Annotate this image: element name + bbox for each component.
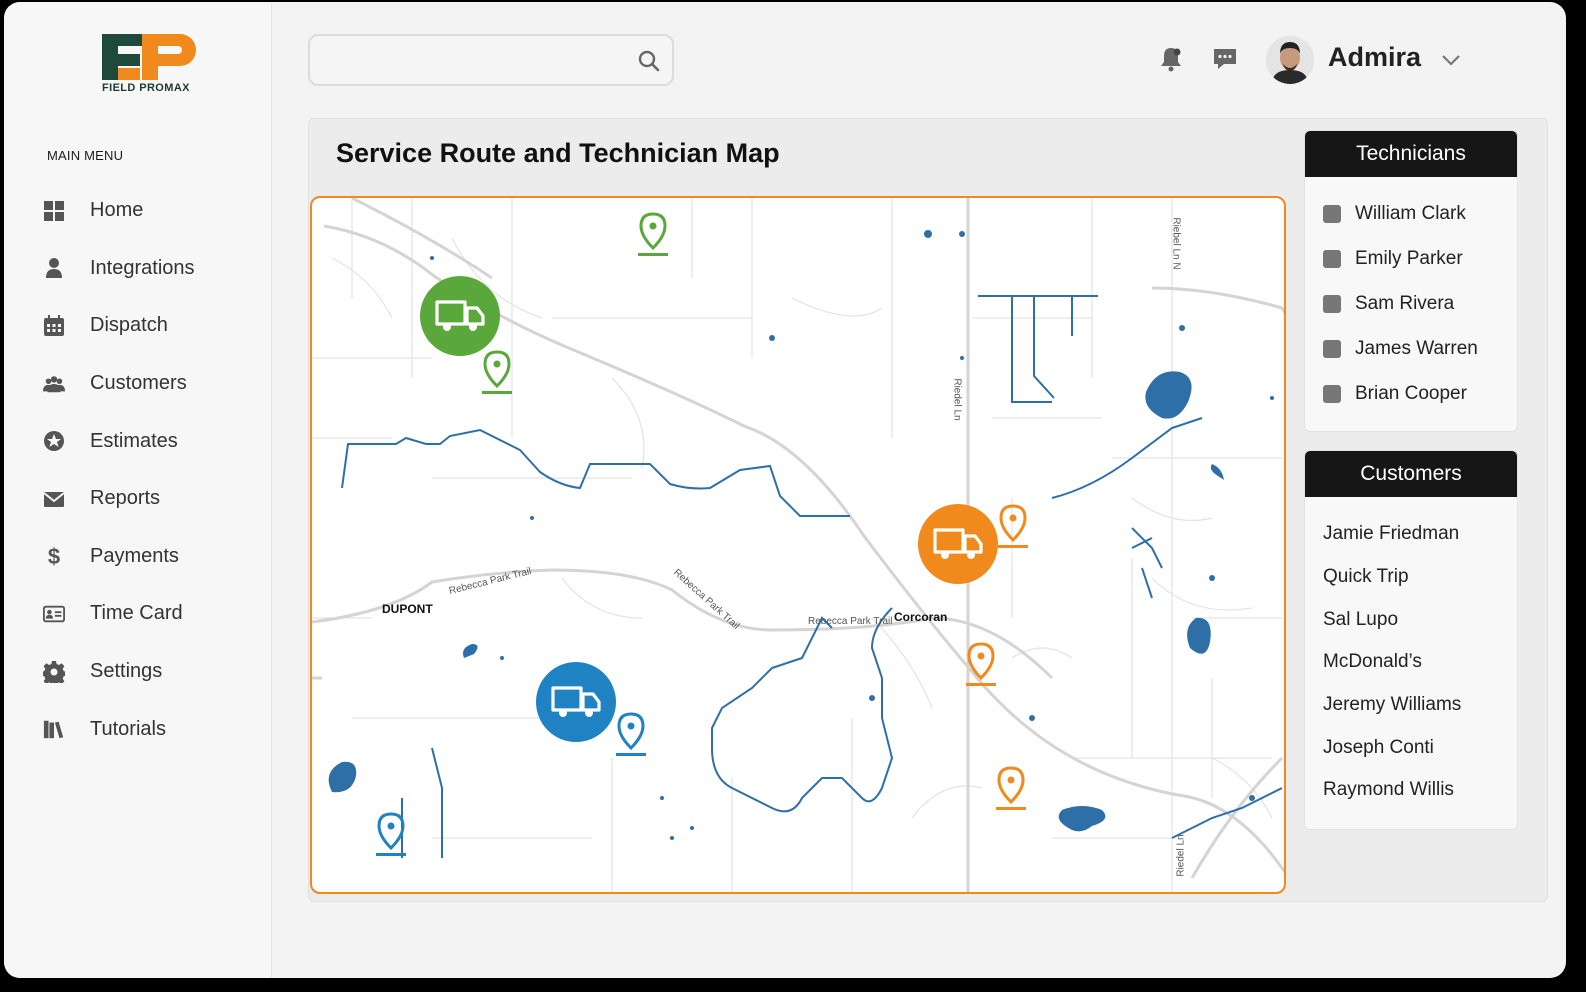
- technicians-heading: Technicians: [1305, 131, 1517, 177]
- group-icon: [40, 372, 68, 396]
- main-menu: Home Integrations Dispatch Customers Est…: [40, 182, 260, 758]
- technician-item[interactable]: James Warren: [1323, 326, 1517, 371]
- customer-item[interactable]: Raymond Willis: [1323, 769, 1517, 812]
- books-icon: [40, 717, 68, 741]
- location-pin-icon[interactable]: [964, 642, 998, 688]
- technicians-list: William Clark Emily Parker Sam Rivera Ja…: [1305, 177, 1517, 422]
- sidebar-item-home[interactable]: Home: [40, 182, 260, 240]
- id-card-icon: [40, 602, 68, 626]
- technician-truck-marker[interactable]: [536, 662, 616, 742]
- technician-name: William Clark: [1355, 202, 1466, 224]
- search-box[interactable]: [308, 34, 674, 86]
- location-pin-icon[interactable]: [374, 812, 408, 858]
- sidebar-item-label: Integrations: [90, 256, 195, 279]
- technician-checkbox[interactable]: [1323, 294, 1341, 313]
- map-label-road: Riebel Ln N: [1170, 217, 1182, 270]
- sidebar-item-label: Estimates: [90, 429, 178, 452]
- sidebar-item-settings[interactable]: Settings: [40, 643, 260, 701]
- technician-truck-marker[interactable]: [420, 276, 500, 356]
- customer-item[interactable]: Jamie Friedman: [1323, 513, 1517, 556]
- technician-checkbox[interactable]: [1323, 384, 1341, 403]
- customer-item[interactable]: Jeremy Williams: [1323, 684, 1517, 727]
- sidebar: FIELD PROMAX MAIN MENU Home Integrations: [4, 2, 272, 978]
- sidebar-item-label: Customers: [90, 372, 187, 395]
- customer-item[interactable]: McDonald’s: [1323, 641, 1517, 684]
- technician-checkbox[interactable]: [1323, 249, 1341, 268]
- map-label-road: Rebecca Park Trail: [808, 616, 893, 627]
- customer-item[interactable]: Sal Lupo: [1323, 598, 1517, 641]
- sidebar-item-label: Tutorials: [90, 717, 166, 740]
- sidebar-item-dispatch[interactable]: Dispatch: [40, 297, 260, 355]
- technician-name: Brian Cooper: [1355, 382, 1467, 404]
- field-promax-logo[interactable]: FIELD PROMAX: [102, 32, 212, 94]
- technician-name: Emily Parker: [1355, 247, 1463, 269]
- person-icon: [40, 256, 68, 280]
- location-pin-icon[interactable]: [480, 350, 514, 396]
- map-label-dupont: DUPONT: [382, 602, 433, 616]
- truck-icon: [551, 686, 601, 717]
- search-input[interactable]: [324, 46, 624, 76]
- sidebar-item-estimates[interactable]: Estimates: [40, 412, 260, 470]
- sidebar-item-label: Home: [90, 199, 144, 222]
- search-icon[interactable]: [638, 50, 660, 72]
- gear-icon: [40, 660, 68, 684]
- chat-icon[interactable]: [1212, 46, 1238, 72]
- chevron-down-icon[interactable]: [1440, 52, 1462, 68]
- map-label-road: Riedel Ln: [951, 378, 963, 421]
- sidebar-item-payments[interactable]: $ Payments: [40, 528, 260, 586]
- location-pin-icon[interactable]: [996, 504, 1030, 550]
- location-pin-icon[interactable]: [614, 712, 648, 758]
- envelope-icon: [40, 487, 68, 511]
- truck-icon: [933, 528, 983, 559]
- sidebar-item-label: Settings: [90, 660, 163, 683]
- avatar[interactable]: [1266, 36, 1314, 84]
- technicians-panel: Technicians William Clark Emily Parker S…: [1304, 130, 1518, 432]
- customer-item[interactable]: Joseph Conti: [1323, 726, 1517, 769]
- technician-item[interactable]: Emily Parker: [1323, 236, 1517, 281]
- bell-icon[interactable]: [1158, 46, 1184, 72]
- customers-heading: Customers: [1305, 451, 1517, 497]
- sidebar-item-reports[interactable]: Reports: [40, 470, 260, 528]
- map-label-road: Riedel Ln: [1175, 834, 1187, 877]
- customers-list: Jamie Friedman Quick Trip Sal Lupo McDon…: [1305, 497, 1517, 820]
- technician-checkbox[interactable]: [1323, 204, 1341, 223]
- svg-text:$: $: [48, 545, 60, 567]
- customer-item[interactable]: Quick Trip: [1323, 556, 1517, 599]
- sidebar-item-integrations[interactable]: Integrations: [40, 240, 260, 298]
- page-title: Service Route and Technician Map: [336, 138, 780, 168]
- calendar-icon: [40, 314, 68, 338]
- logo-text: FIELD PROMAX: [102, 82, 190, 94]
- sidebar-item-tutorials[interactable]: Tutorials: [40, 700, 260, 758]
- sidebar-item-label: Time Card: [90, 602, 183, 625]
- customers-panel: Customers Jamie Friedman Quick Trip Sal …: [1304, 450, 1518, 830]
- sidebar-item-time-card[interactable]: Time Card: [40, 585, 260, 643]
- technician-item[interactable]: William Clark: [1323, 191, 1517, 236]
- sidebar-item-label: Reports: [90, 487, 161, 510]
- technician-checkbox[interactable]: [1323, 339, 1341, 358]
- dollar-icon: $: [40, 544, 68, 568]
- app-window: FIELD PROMAX MAIN MENU Home Integrations: [4, 2, 1566, 978]
- technician-name: James Warren: [1355, 337, 1478, 359]
- map-label-corcoran: Corcoran: [894, 610, 948, 624]
- technician-item[interactable]: Sam Rivera: [1323, 281, 1517, 326]
- sidebar-item-label: Payments: [90, 544, 179, 567]
- sidebar-item-customers[interactable]: Customers: [40, 355, 260, 413]
- star-badge-icon: [40, 429, 68, 453]
- location-pin-icon[interactable]: [636, 212, 670, 258]
- main-menu-heading: MAIN MENU: [47, 148, 124, 163]
- technician-truck-marker[interactable]: [918, 504, 998, 584]
- truck-icon: [435, 300, 485, 331]
- user-name[interactable]: Admira: [1328, 42, 1421, 73]
- route-map[interactable]: DUPONT Corcoran Rebecca Park Trail Rebec…: [310, 196, 1286, 894]
- technician-item[interactable]: Brian Cooper: [1323, 371, 1517, 416]
- location-pin-icon[interactable]: [994, 766, 1028, 812]
- sidebar-item-label: Dispatch: [90, 314, 168, 337]
- technician-name: Sam Rivera: [1355, 292, 1455, 314]
- grid-icon: [40, 199, 68, 223]
